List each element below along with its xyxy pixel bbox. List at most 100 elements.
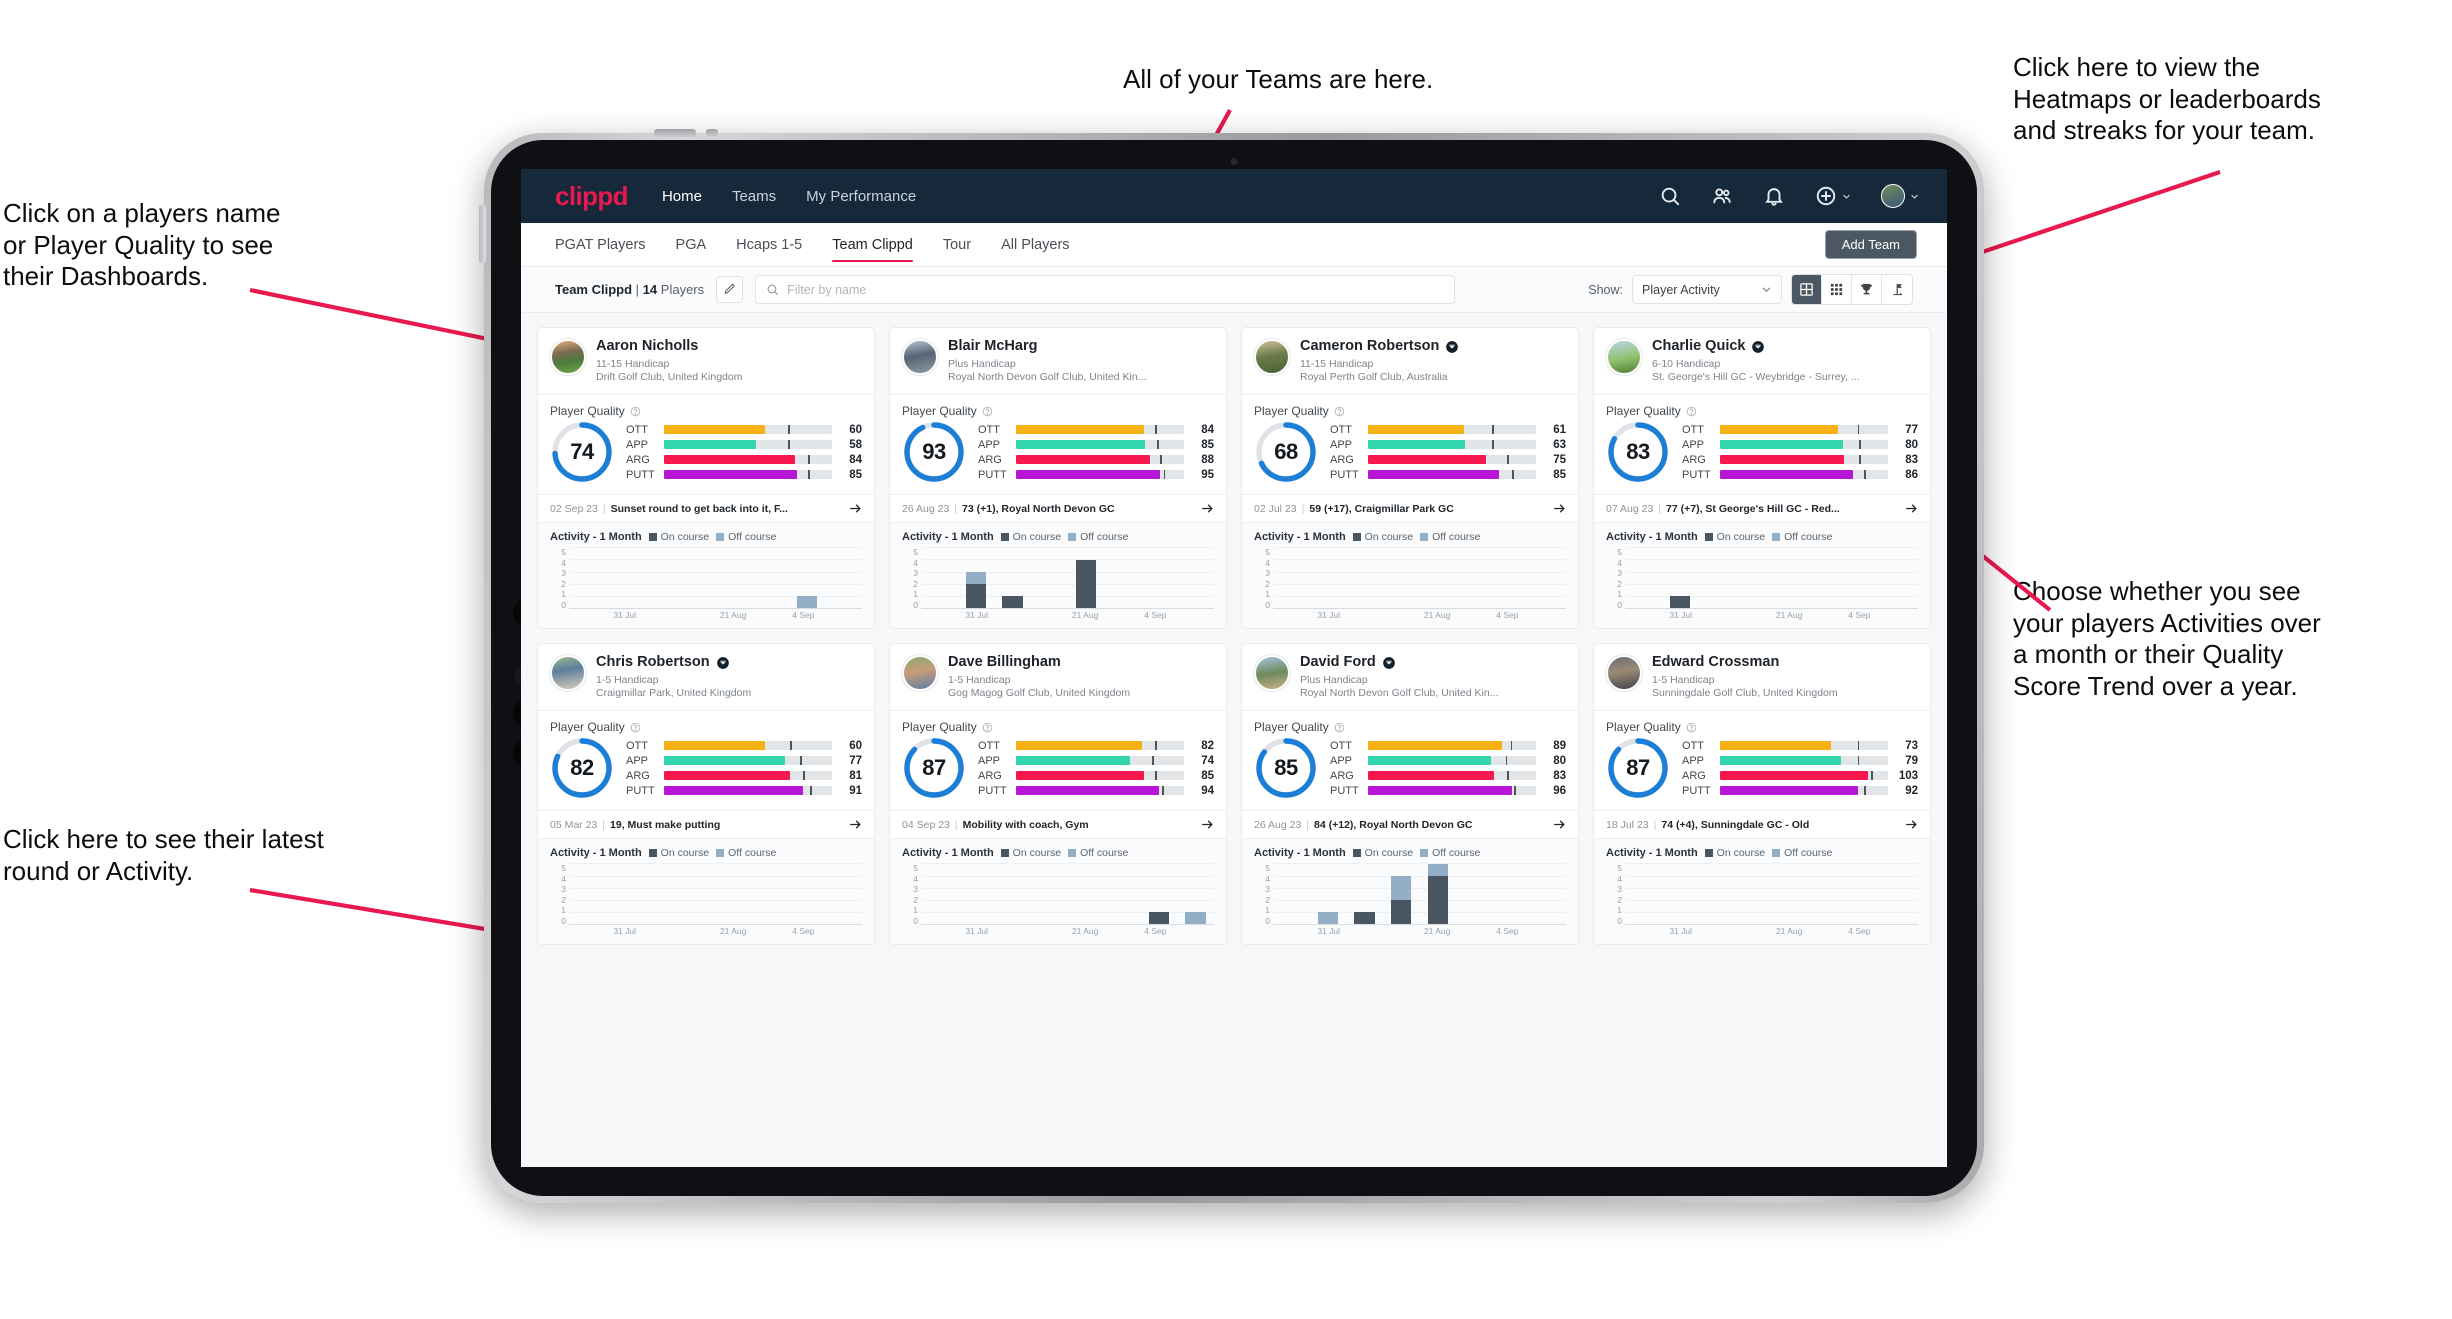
- quality-gauge[interactable]: 82: [550, 736, 614, 800]
- latest-round-row[interactable]: 18 Jul 23 | 74 (+4), Sunningdale GC - Ol…: [1594, 810, 1930, 838]
- help-circle-icon[interactable]: [1686, 406, 1697, 417]
- edit-team-button[interactable]: [716, 276, 744, 303]
- player-quality-section[interactable]: Player Quality 85 OTT 89 APP 80 ARG 83 P…: [1242, 711, 1578, 810]
- player-name[interactable]: Chris Robertson: [596, 654, 710, 671]
- player-card-header[interactable]: Cameron Robertson 11-15 Handicap Royal P…: [1242, 328, 1578, 394]
- help-circle-icon[interactable]: [1334, 722, 1345, 733]
- chevron-down-icon[interactable]: [1842, 192, 1851, 201]
- latest-round-row[interactable]: 07 Aug 23 | 77 (+7), St George's Hill GC…: [1594, 494, 1930, 522]
- avatar[interactable]: [902, 655, 938, 692]
- help-circle-icon[interactable]: [982, 406, 993, 417]
- help-circle-icon[interactable]: [982, 722, 993, 733]
- tab-hcaps-1-5[interactable]: Hcaps 1-5: [736, 223, 802, 266]
- quality-gauge[interactable]: 68: [1254, 420, 1318, 484]
- player-name-row[interactable]: Charlie Quick: [1652, 338, 1860, 355]
- player-card-header[interactable]: Aaron Nicholls 11-15 Handicap Drift Golf…: [538, 328, 874, 394]
- player-card-header[interactable]: Blair McHarg Plus Handicap Royal North D…: [890, 328, 1226, 394]
- player-quality-section[interactable]: Player Quality 87 OTT 82 APP 74 ARG 85 P…: [890, 711, 1226, 810]
- quality-gauge[interactable]: 74: [550, 420, 614, 484]
- profile-menu[interactable]: [1881, 184, 1919, 208]
- tab-all-players[interactable]: All Players: [1001, 223, 1070, 266]
- nav-link-my-performance[interactable]: My Performance: [806, 188, 916, 205]
- arrow-right-icon[interactable]: [1201, 818, 1214, 831]
- avatar[interactable]: [902, 339, 938, 375]
- player-name-row[interactable]: Aaron Nicholls: [596, 338, 742, 355]
- avatar[interactable]: [1254, 655, 1290, 692]
- player-name[interactable]: David Ford: [1300, 654, 1376, 671]
- help-circle-icon[interactable]: [630, 722, 641, 733]
- tab-pga[interactable]: PGA: [676, 223, 707, 266]
- avatar[interactable]: [1881, 184, 1905, 208]
- avatar[interactable]: [550, 655, 586, 692]
- player-card[interactable]: Dave Billingham 1-5 Handicap Gog Magog G…: [889, 643, 1227, 946]
- streaks-view-button[interactable]: [1882, 275, 1912, 304]
- player-name-row[interactable]: Chris Robertson: [596, 654, 751, 671]
- player-card[interactable]: Edward Crossman 1-5 Handicap Sunningdale…: [1593, 643, 1931, 946]
- search-icon[interactable]: [1659, 185, 1681, 207]
- player-quality-section[interactable]: Player Quality 82 OTT 60 APP 77 ARG 81 P…: [538, 711, 874, 810]
- chevron-down-icon[interactable]: [1910, 192, 1919, 201]
- player-name[interactable]: Cameron Robertson: [1300, 338, 1439, 355]
- nav-link-teams[interactable]: Teams: [732, 188, 776, 205]
- player-quality-section[interactable]: Player Quality 68 OTT 61 APP 63 ARG 75 P…: [1242, 395, 1578, 494]
- arrow-right-icon[interactable]: [849, 502, 862, 515]
- player-quality-section[interactable]: Player Quality 87 OTT 73 APP 79 ARG 103 …: [1594, 711, 1930, 810]
- player-name-row[interactable]: Cameron Robertson: [1300, 338, 1459, 355]
- latest-round-row[interactable]: 02 Sep 23 | Sunset round to get back int…: [538, 494, 874, 522]
- quality-gauge[interactable]: 87: [902, 736, 966, 800]
- player-card-header[interactable]: Charlie Quick 6-10 Handicap St. George's…: [1594, 328, 1930, 394]
- player-name[interactable]: Edward Crossman: [1652, 654, 1779, 671]
- player-card[interactable]: Charlie Quick 6-10 Handicap St. George's…: [1593, 327, 1931, 630]
- show-select[interactable]: Player Activity: [1632, 275, 1782, 304]
- avatar[interactable]: [1606, 655, 1642, 692]
- add-menu[interactable]: [1815, 185, 1851, 207]
- tab-tour[interactable]: Tour: [943, 223, 971, 266]
- player-name[interactable]: Aaron Nicholls: [596, 338, 698, 355]
- player-name[interactable]: Charlie Quick: [1652, 338, 1745, 355]
- people-icon[interactable]: [1711, 185, 1733, 207]
- latest-round-row[interactable]: 26 Aug 23 | 73 (+1), Royal North Devon G…: [890, 494, 1226, 522]
- player-card[interactable]: Cameron Robertson 11-15 Handicap Royal P…: [1241, 327, 1579, 630]
- player-card[interactable]: Chris Robertson 1-5 Handicap Craigmillar…: [537, 643, 875, 946]
- player-name-row[interactable]: Dave Billingham: [948, 654, 1130, 671]
- add-team-button[interactable]: Add Team: [1824, 230, 1917, 259]
- leaderboard-view-button[interactable]: [1852, 275, 1882, 304]
- arrow-right-icon[interactable]: [1905, 818, 1918, 831]
- player-card[interactable]: Aaron Nicholls 11-15 Handicap Drift Golf…: [537, 327, 875, 630]
- quality-gauge[interactable]: 93: [902, 420, 966, 484]
- help-circle-icon[interactable]: [1686, 722, 1697, 733]
- arrow-right-icon[interactable]: [1201, 502, 1214, 515]
- arrow-right-icon[interactable]: [849, 818, 862, 831]
- player-name[interactable]: Blair McHarg: [948, 338, 1037, 355]
- avatar[interactable]: [550, 339, 586, 375]
- latest-round-row[interactable]: 02 Jul 23 | 59 (+17), Craigmillar Park G…: [1242, 494, 1578, 522]
- player-quality-section[interactable]: Player Quality 93 OTT 84 APP 85 ARG 88 P…: [890, 395, 1226, 494]
- plus-circle-icon[interactable]: [1815, 185, 1837, 207]
- player-card-header[interactable]: Edward Crossman 1-5 Handicap Sunningdale…: [1594, 644, 1930, 710]
- arrow-right-icon[interactable]: [1553, 818, 1566, 831]
- avatar[interactable]: [1254, 339, 1290, 375]
- player-name[interactable]: Dave Billingham: [948, 654, 1061, 671]
- tab-pgat-players[interactable]: PGAT Players: [555, 223, 646, 266]
- player-card-header[interactable]: Dave Billingham 1-5 Handicap Gog Magog G…: [890, 644, 1226, 710]
- player-card[interactable]: David Ford Plus Handicap Royal North Dev…: [1241, 643, 1579, 946]
- tab-team-clippd[interactable]: Team Clippd: [832, 223, 913, 266]
- search-input[interactable]: [787, 282, 1445, 297]
- player-card-header[interactable]: Chris Robertson 1-5 Handicap Craigmillar…: [538, 644, 874, 710]
- player-quality-section[interactable]: Player Quality 74 OTT 60 APP 58 ARG 84 P…: [538, 395, 874, 494]
- player-card[interactable]: Blair McHarg Plus Handicap Royal North D…: [889, 327, 1227, 630]
- latest-round-row[interactable]: 05 Mar 23 | 19, Must make putting: [538, 810, 874, 838]
- player-quality-section[interactable]: Player Quality 83 OTT 77 APP 80 ARG 83 P…: [1594, 395, 1930, 494]
- clippd-logo[interactable]: clippd: [555, 181, 629, 212]
- heatmap-view-button[interactable]: [1822, 275, 1852, 304]
- quality-gauge[interactable]: 85: [1254, 736, 1318, 800]
- avatar[interactable]: [1606, 339, 1642, 375]
- player-name-row[interactable]: Blair McHarg: [948, 338, 1146, 355]
- help-circle-icon[interactable]: [1334, 406, 1345, 417]
- nav-link-home[interactable]: Home: [662, 188, 702, 205]
- player-name-row[interactable]: Edward Crossman: [1652, 654, 1838, 671]
- latest-round-row[interactable]: 04 Sep 23 | Mobility with coach, Gym: [890, 810, 1226, 838]
- arrow-right-icon[interactable]: [1905, 502, 1918, 515]
- player-card-header[interactable]: David Ford Plus Handicap Royal North Dev…: [1242, 644, 1578, 710]
- arrow-right-icon[interactable]: [1553, 502, 1566, 515]
